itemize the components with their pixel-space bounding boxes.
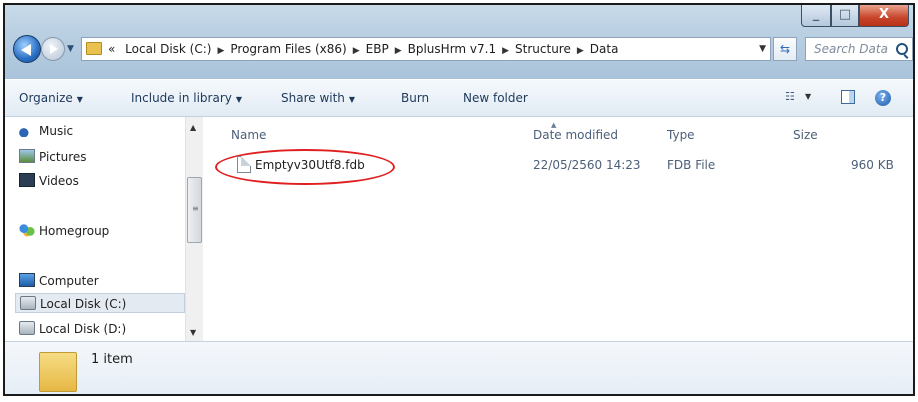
videos-icon bbox=[19, 173, 35, 187]
details-pane: 1 item bbox=[5, 341, 913, 394]
nav-item-pictures[interactable]: Pictures bbox=[19, 147, 87, 167]
chevron-down-icon: ▼ bbox=[235, 95, 243, 104]
table-row[interactable]: Emptyv30Utf8.fdb 22/05/2560 14:23 FDB Fi… bbox=[217, 155, 907, 175]
navigation-scrollbar[interactable]: ▲ ≡ ▼ bbox=[185, 117, 203, 341]
close-button[interactable]: X bbox=[859, 5, 909, 27]
maximize-button[interactable]: □ bbox=[831, 5, 859, 27]
nav-item-computer[interactable]: Computer bbox=[19, 271, 99, 291]
share-with-button[interactable]: Share with ▼ bbox=[281, 80, 355, 118]
new-folder-button[interactable]: New folder bbox=[463, 80, 528, 116]
breadcrumb-overflow[interactable]: « bbox=[108, 42, 115, 56]
nav-item-local-disk-d[interactable]: Local Disk (D:) bbox=[19, 319, 126, 339]
scrollbar-thumb[interactable]: ≡ bbox=[187, 177, 202, 243]
homegroup-icon bbox=[19, 223, 35, 237]
share-with-label: Share with bbox=[281, 91, 345, 105]
preview-pane-icon[interactable] bbox=[841, 90, 855, 104]
search-placeholder: Search Data bbox=[814, 42, 888, 56]
column-header-date-modified[interactable]: Date modified bbox=[533, 125, 618, 145]
view-options-dropdown-icon[interactable]: ▼ bbox=[805, 92, 811, 101]
chevron-down-icon: ▼ bbox=[348, 95, 356, 104]
scroll-down-icon[interactable]: ▼ bbox=[190, 328, 196, 337]
nav-item-label: Local Disk (C:) bbox=[40, 297, 127, 311]
include-in-library-button[interactable]: Include in library ▼ bbox=[131, 80, 242, 118]
organize-label: Organize bbox=[19, 91, 73, 105]
refresh-button[interactable]: ⇆ bbox=[773, 37, 797, 61]
maximize-glyph: □ bbox=[838, 7, 852, 22]
file-size: 960 KB bbox=[851, 158, 894, 172]
nav-item-label: Videos bbox=[39, 174, 79, 188]
include-in-library-label: Include in library bbox=[131, 91, 232, 105]
address-dropdown-icon[interactable]: ▼ bbox=[759, 38, 766, 60]
burn-button[interactable]: Burn bbox=[401, 80, 429, 116]
search-icon[interactable] bbox=[896, 43, 908, 55]
address-bar[interactable]: « Local Disk (C:) ▶ Program Files (x86) ▶ EB… bbox=[81, 37, 771, 61]
nav-item-label: Local Disk (D:) bbox=[39, 322, 127, 336]
folder-icon bbox=[86, 42, 102, 55]
back-button[interactable] bbox=[13, 35, 41, 63]
breadcrumb-separator-icon[interactable]: ▶ bbox=[353, 46, 360, 56]
close-glyph: X bbox=[878, 7, 890, 22]
nav-item-homegroup[interactable]: Homegroup bbox=[19, 221, 109, 241]
new-folder-label: New folder bbox=[463, 91, 528, 105]
item-count: 1 item bbox=[91, 352, 133, 367]
breadcrumb-local-disk-c[interactable]: Local Disk (C:) bbox=[125, 42, 211, 56]
change-view-icon[interactable]: ☷ bbox=[785, 90, 799, 104]
search-input[interactable]: Search Data bbox=[805, 37, 913, 61]
grip-icon: ≡ bbox=[192, 204, 199, 213]
file-date-modified: 22/05/2560 14:23 bbox=[533, 158, 641, 172]
computer-icon bbox=[19, 273, 35, 287]
burn-label: Burn bbox=[401, 91, 430, 105]
title-bar: _ □ X ▼ « Local Disk (C:) ▶ Program Files … bbox=[5, 5, 913, 79]
folder-icon bbox=[39, 352, 77, 392]
nav-item-label: Homegroup bbox=[39, 224, 110, 238]
breadcrumb-structure[interactable]: Structure bbox=[515, 42, 571, 56]
column-header-size[interactable]: Size bbox=[793, 125, 818, 145]
navigation-pane: Music Pictures Videos Homegroup Computer… bbox=[5, 117, 205, 341]
file-list: ▲ Name Date modified Type Size Emptyv30U… bbox=[205, 117, 913, 341]
nav-item-videos[interactable]: Videos bbox=[19, 171, 79, 191]
breadcrumb-data[interactable]: Data bbox=[590, 42, 619, 56]
chevron-down-icon: ▼ bbox=[76, 95, 83, 104]
nav-item-label: Computer bbox=[39, 274, 99, 288]
help-icon[interactable]: ? bbox=[875, 90, 891, 106]
breadcrumb-ebp[interactable]: EBP bbox=[366, 42, 389, 56]
nav-item-local-disk-c[interactable]: Local Disk (C:) bbox=[15, 293, 185, 313]
recent-pages-dropdown[interactable]: ▼ bbox=[67, 45, 75, 54]
breadcrumb-separator-icon[interactable]: ▶ bbox=[395, 46, 402, 56]
disk-icon bbox=[20, 296, 36, 310]
pictures-icon bbox=[19, 149, 35, 163]
column-header-name[interactable]: Name bbox=[231, 125, 266, 145]
breadcrumb: « Local Disk (C:) ▶ Program Files (x86) ▶ EB… bbox=[108, 38, 618, 60]
command-bar: Organize ▼ Include in library ▼ Share with… bbox=[5, 79, 913, 117]
file-name[interactable]: Emptyv30Utf8.fdb bbox=[255, 155, 365, 175]
music-icon bbox=[19, 123, 35, 137]
disk-icon bbox=[19, 321, 35, 335]
explorer-window: _ □ X ▼ « Local Disk (C:) ▶ Program Files … bbox=[3, 3, 915, 396]
breadcrumb-separator-icon[interactable]: ▶ bbox=[577, 46, 584, 56]
breadcrumb-separator-icon[interactable]: ▶ bbox=[217, 46, 224, 56]
breadcrumb-program-files[interactable]: Program Files (x86) bbox=[230, 42, 346, 56]
forward-button[interactable] bbox=[41, 37, 65, 61]
file-icon bbox=[237, 156, 251, 173]
minimize-button[interactable]: _ bbox=[801, 5, 831, 27]
nav-item-label: Pictures bbox=[39, 150, 87, 164]
column-header-type[interactable]: Type bbox=[667, 125, 695, 145]
minimize-glyph: _ bbox=[812, 7, 820, 22]
breadcrumb-separator-icon[interactable]: ▶ bbox=[502, 46, 509, 56]
nav-item-label: Music bbox=[39, 124, 74, 138]
scroll-up-icon[interactable]: ▲ bbox=[190, 123, 196, 132]
breadcrumb-bplushrm[interactable]: BplusHrm v7.1 bbox=[408, 42, 496, 56]
nav-item-music[interactable]: Music bbox=[19, 121, 73, 141]
organize-button[interactable]: Organize ▼ bbox=[19, 80, 83, 118]
file-type: FDB File bbox=[667, 158, 716, 172]
